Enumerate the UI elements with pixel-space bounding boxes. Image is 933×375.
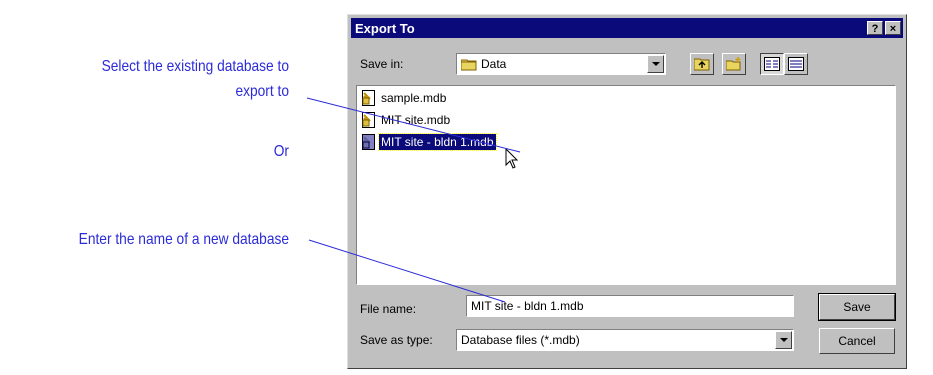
file-name: MIT site.mdb xyxy=(381,113,451,127)
file-list[interactable]: sample.mdb MIT site.mdb MIT site - bldn … xyxy=(356,85,896,285)
folder-icon xyxy=(461,58,477,71)
dialog-title: Export To xyxy=(355,20,415,36)
save-in-dropdown[interactable]: Data xyxy=(456,53,666,75)
list-item[interactable]: MIT site.mdb xyxy=(361,110,452,130)
database-file-icon xyxy=(362,112,375,128)
list-view-icon xyxy=(764,57,780,71)
help-button[interactable]: ? xyxy=(867,21,883,35)
save-in-label: Save in: xyxy=(360,57,404,71)
annotation-select-line2: export to xyxy=(235,83,289,100)
details-view-button[interactable] xyxy=(784,53,808,75)
title-bar: Export To ? × xyxy=(351,18,903,38)
save-as-type-dropdown[interactable]: Database files (*.mdb) xyxy=(456,329,794,351)
new-folder-button[interactable] xyxy=(722,53,746,75)
save-button[interactable]: Save xyxy=(818,293,896,321)
database-file-icon xyxy=(362,134,375,150)
file-name-input[interactable]: MIT site - bldn 1.mdb xyxy=(466,295,794,317)
file-name-label: File name: xyxy=(360,302,417,316)
chevron-down-icon[interactable] xyxy=(775,331,792,349)
annotation-or: Or xyxy=(273,143,289,160)
save-as-type-value: Database files (*.mdb) xyxy=(461,333,580,347)
chevron-down-icon[interactable] xyxy=(647,55,664,73)
save-in-value: Data xyxy=(481,57,507,71)
list-view-button[interactable] xyxy=(760,53,784,75)
file-name: MIT site - bldn 1.mdb xyxy=(378,133,497,151)
list-item-selected[interactable]: MIT site - bldn 1.mdb xyxy=(361,132,497,152)
file-name: sample.mdb xyxy=(381,91,447,105)
annotation-enter-name: Enter the name of a new database xyxy=(78,231,289,248)
details-view-icon xyxy=(788,57,804,71)
cancel-button[interactable]: Cancel xyxy=(819,328,895,354)
export-to-dialog: Export To ? × Save in: Data sample.mdb M… xyxy=(347,14,907,369)
new-folder-icon xyxy=(726,57,741,71)
mouse-cursor-icon xyxy=(505,148,519,169)
annotation-select-line1: Select the existing database to xyxy=(101,58,289,75)
database-file-icon xyxy=(362,90,375,106)
up-one-level-button[interactable] xyxy=(690,53,714,75)
file-name-value: MIT site - bldn 1.mdb xyxy=(471,299,584,313)
list-item[interactable]: sample.mdb xyxy=(361,88,448,108)
save-as-type-label: Save as type: xyxy=(360,333,433,347)
close-button[interactable]: × xyxy=(885,21,901,35)
up-one-level-icon xyxy=(694,58,710,71)
